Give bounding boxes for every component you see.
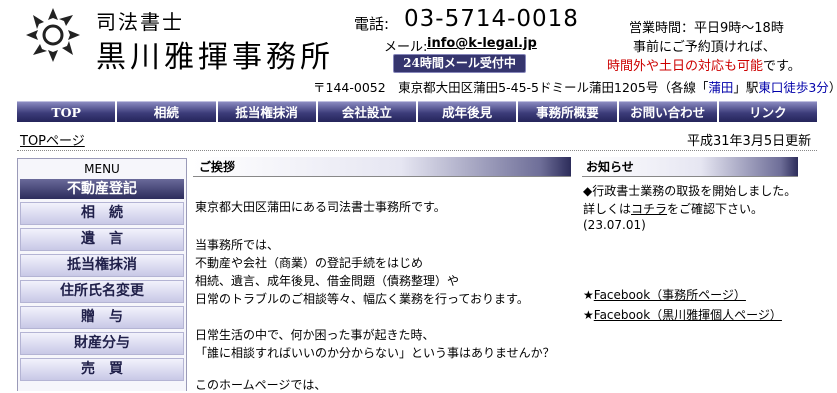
news-date: (23.07.01) — [583, 218, 646, 232]
greeting-line: 当事務所では、 — [195, 238, 280, 252]
tel-label: 電話: — [354, 15, 390, 33]
business-hours: 営業時間：平日9時〜18時 — [629, 21, 784, 36]
facebook-personal-link[interactable]: Facebook（黒川雅揮個人ページ） — [594, 308, 782, 322]
nav-company-setup[interactable]: 会社設立 — [317, 101, 416, 122]
greeting-line: 相続、遺言、成年後見、借金問題（債務整理）や — [195, 274, 460, 288]
nav-contact[interactable]: お問い合わせ — [618, 101, 717, 122]
greeting-line: 日常のトラブルのご相談等々、幅広く業務を行っております。 — [195, 292, 529, 306]
news-detail-link[interactable]: コチラ — [631, 202, 667, 216]
menu-title: MENU — [84, 162, 120, 176]
mail-24h-badge: 24時間メール受付中 — [393, 54, 526, 73]
news-detail-text: 詳しくは — [583, 202, 632, 216]
reservation-note: 事前にご予約頂ければ、 — [633, 40, 776, 55]
off-hours-highlight: 時間外や土日の対応も可能 — [607, 59, 764, 74]
news-heading: お知らせ — [582, 157, 798, 177]
address-mid: 」駅 — [733, 80, 759, 95]
nav-mortgage-cancel[interactable]: 抵当権抹消 — [217, 101, 316, 122]
menu-item-will[interactable]: 遺 言 — [20, 228, 184, 251]
nav-office-overview[interactable]: 事務所概要 — [518, 101, 617, 122]
facebook-office-link-row: ★Facebook（事務所ページ） — [583, 286, 746, 303]
main-nav: TOP 相続 抵当権抹消 会社設立 成年後見 事務所概要 お問い合わせ リンク — [17, 101, 817, 122]
greeting-line: 不動産や会社（商業）の登記手続をはじめ — [195, 256, 424, 270]
nav-top[interactable]: TOP — [17, 101, 116, 122]
menu-item-property-division[interactable]: 財産分与 — [20, 332, 184, 355]
star-icon: ★ — [583, 288, 594, 302]
greeting-line: 日常生活の中で、何か困った事が起きた時、 — [195, 328, 435, 342]
greeting-heading: ご挨拶 — [193, 157, 571, 177]
facebook-personal-link-row: ★Facebook（黒川雅揮個人ページ） — [583, 306, 782, 323]
mail-address-link[interactable]: info@k-legal.jp — [427, 36, 537, 51]
greeting-line: このホームページでは、 — [195, 378, 327, 392]
breadcrumb[interactable]: TOPページ — [20, 130, 85, 149]
firm-title-small: 司法書士 — [96, 10, 184, 34]
menu-item-mortgage-cancel[interactable]: 抵当権抹消 — [20, 254, 184, 277]
news-detail-text: をご確認下さい。 — [667, 202, 764, 216]
last-updated: 平成31年3月5日更新 — [687, 134, 812, 149]
star-icon: ★ — [583, 308, 594, 322]
side-menu: MENU 不動産登記 相 続 遺 言 抵当権抹消 住所氏名変更 贈 与 財産分与… — [17, 158, 187, 391]
off-hours-note: 時間外や土日の対応も可能です。 — [607, 55, 801, 74]
nav-inheritance[interactable]: 相続 — [117, 101, 216, 122]
mail-label: メール: — [384, 40, 428, 55]
address-main: 〒144-0052 東京都大田区蒲田5-45-5ドミール蒲田1205号（各線「 — [313, 80, 709, 95]
greeting-line: 東京都大田区蒲田にある司法書士事務所です。 — [195, 200, 446, 214]
menu-item-inheritance[interactable]: 相 続 — [20, 202, 184, 225]
news-detail: 詳しくはコチラをご確認下さい。 — [583, 200, 763, 217]
nav-links[interactable]: リンク — [718, 101, 817, 122]
address-station: 蒲田 — [708, 80, 734, 95]
firm-logo-icon — [26, 8, 80, 62]
divider — [17, 150, 817, 151]
address-close: ） — [829, 80, 837, 95]
menu-heading-real-estate[interactable]: 不動産登記 — [20, 179, 184, 199]
address-exit: 東口徒歩3分 — [758, 80, 829, 95]
address: 〒144-0052 東京都大田区蒲田5-45-5ドミール蒲田1205号（各線「蒲… — [313, 77, 837, 96]
greeting-line: 「誰に相談すればいいのか分からない」という事はありませんか？ — [195, 346, 555, 360]
firm-name: 黒川雅揮事務所 — [96, 40, 334, 75]
tel-number: 03-5714-0018 — [404, 6, 579, 32]
off-hours-tail: です。 — [763, 59, 801, 74]
menu-item-address-name-change[interactable]: 住所氏名変更 — [20, 280, 184, 303]
nav-guardianship[interactable]: 成年後見 — [418, 101, 517, 122]
menu-item-gift[interactable]: 贈 与 — [20, 306, 184, 329]
facebook-office-link[interactable]: Facebook（事務所ページ） — [594, 288, 746, 302]
news-item: ◆行政書士業務の取扱を開始しました。 — [583, 184, 797, 198]
menu-item-sale[interactable]: 売 買 — [20, 358, 184, 381]
